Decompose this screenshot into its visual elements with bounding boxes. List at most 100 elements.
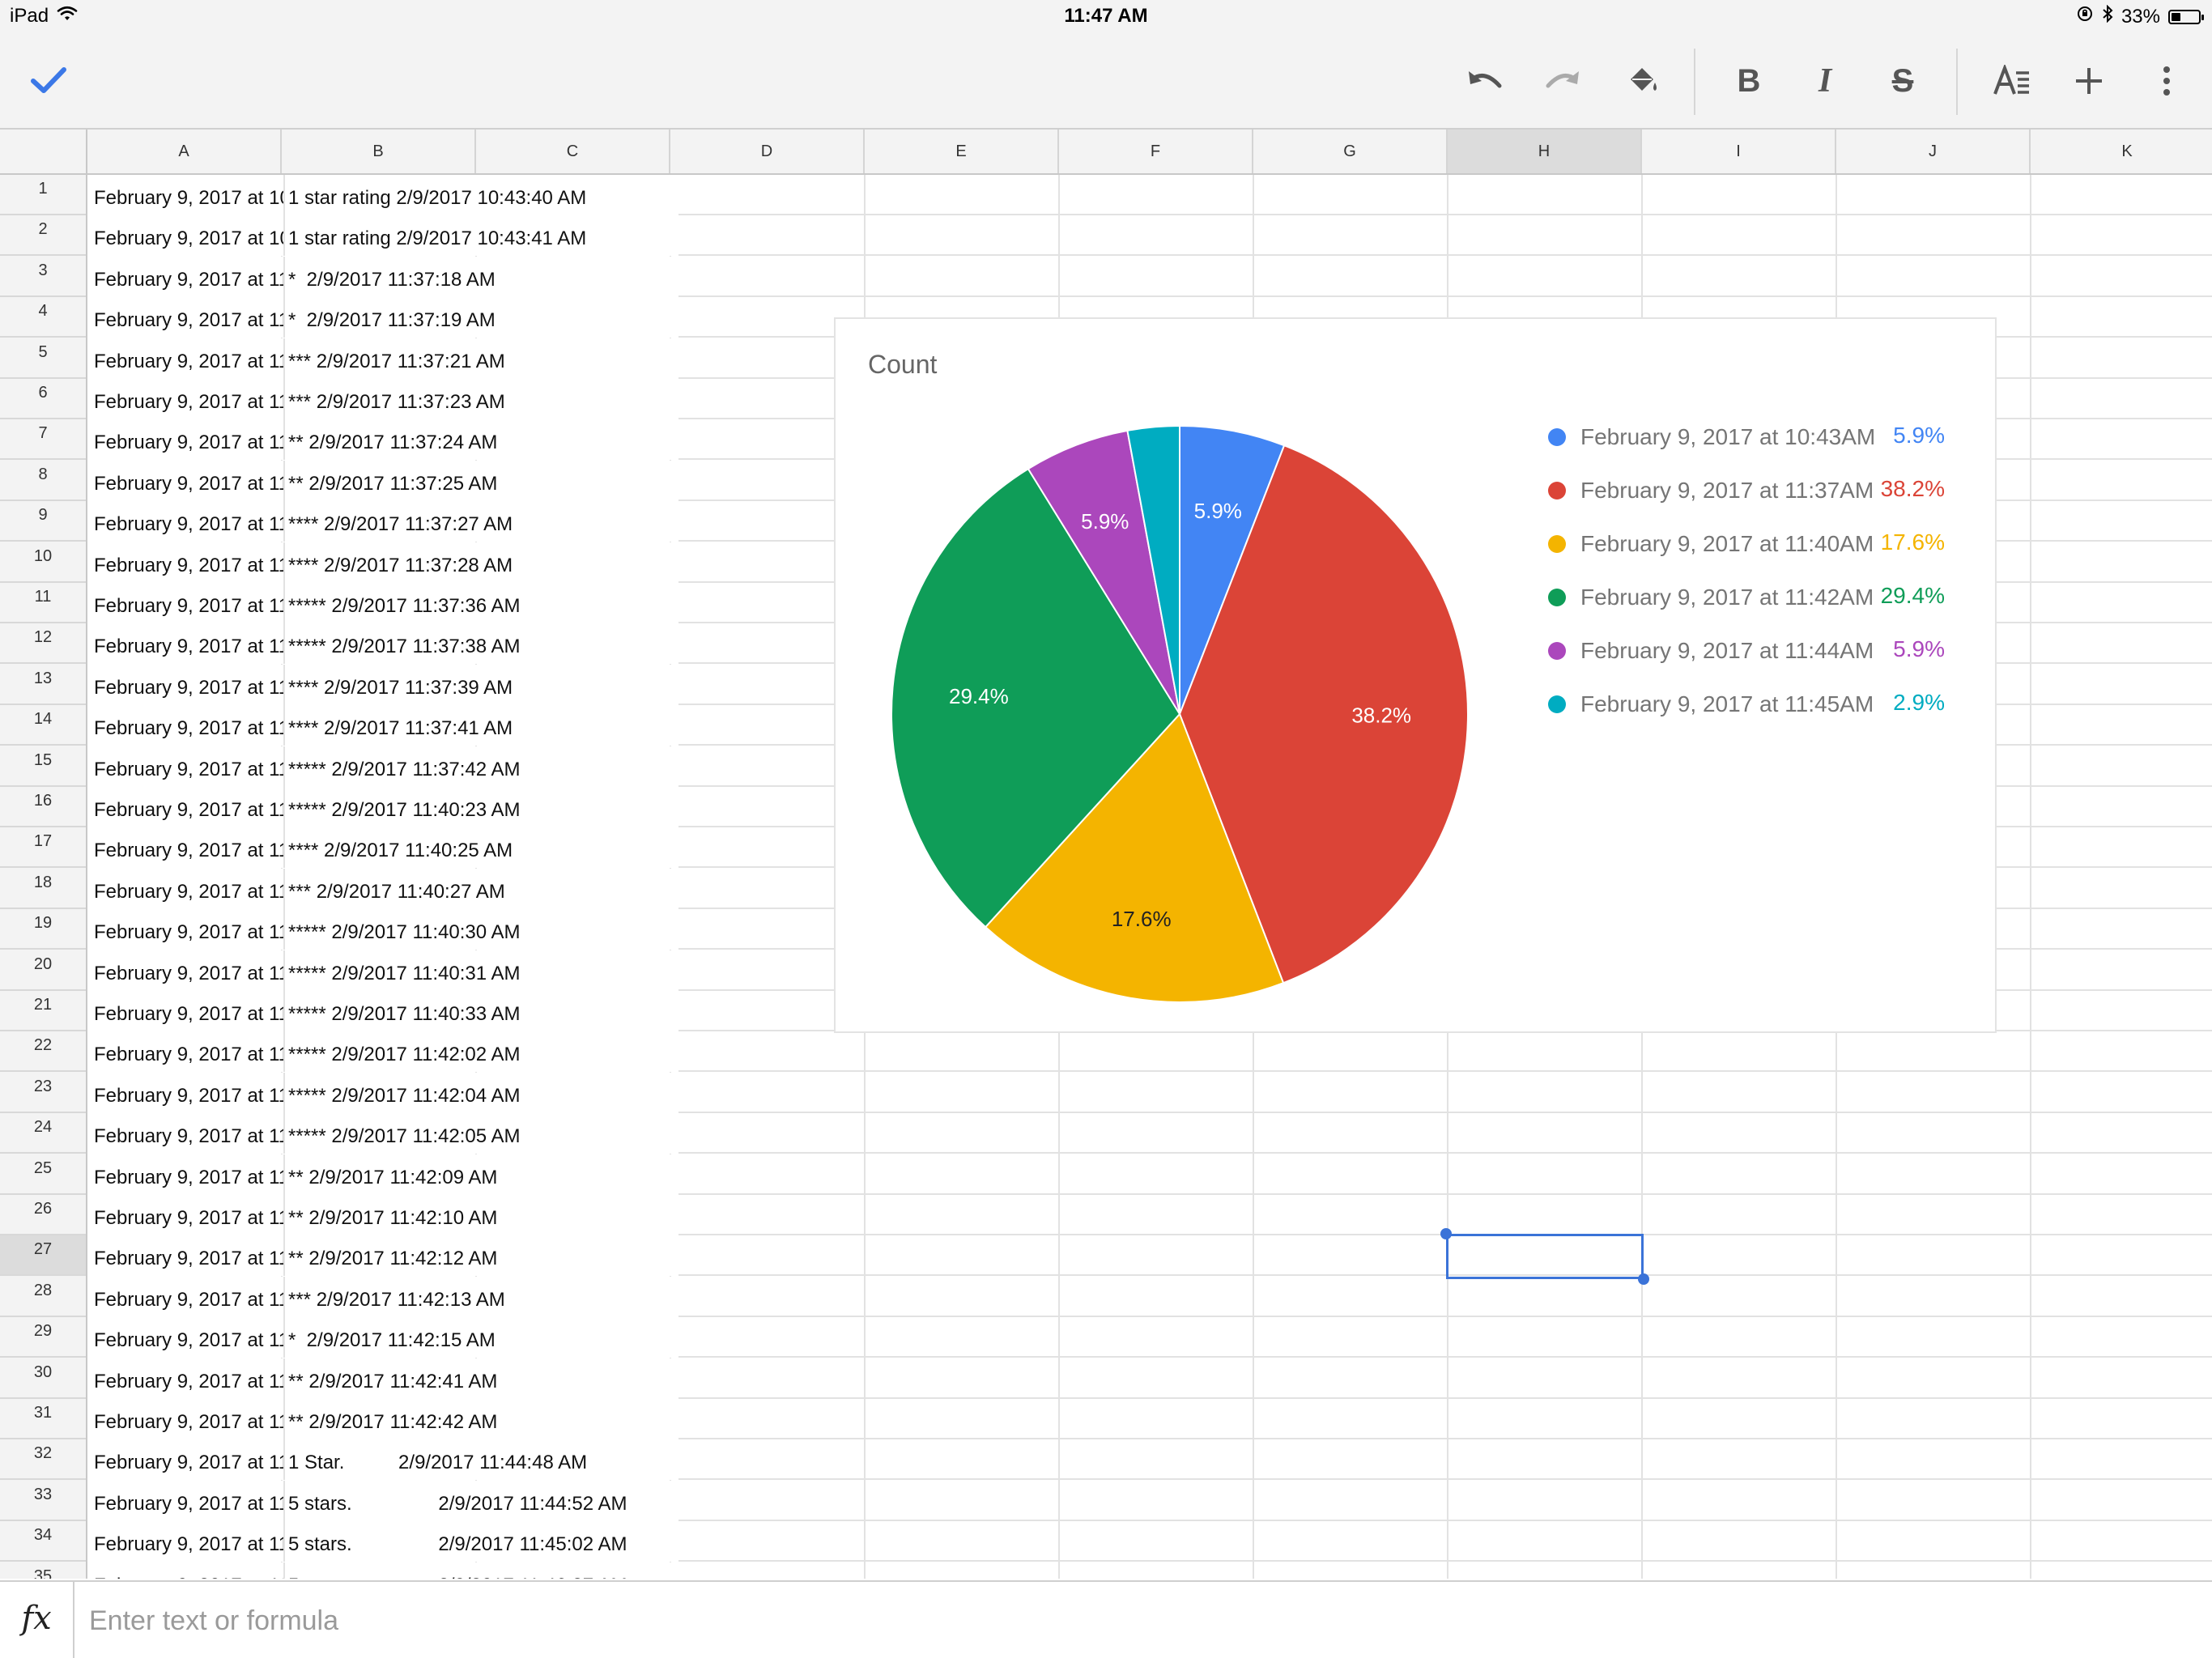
row-header-3[interactable]: 3 [0,257,86,297]
row-header-34[interactable]: 34 [0,1521,86,1562]
column-header-g[interactable]: G [1253,130,1448,173]
cell-b28[interactable]: *** 2/9/2017 11:42:13 AM [288,1277,677,1317]
cell-a24[interactable]: February 9, 2017 at 11 [94,1113,283,1154]
row-header-22[interactable]: 22 [0,1031,86,1072]
cell-b27[interactable]: ** 2/9/2017 11:42:12 AM [288,1235,677,1276]
cell-b25[interactable]: ** 2/9/2017 11:42:09 AM [288,1154,677,1195]
column-header-a[interactable]: A [87,130,282,173]
cell-a33[interactable]: February 9, 2017 at 11 [94,1481,283,1521]
cell-b3[interactable]: * 2/9/2017 11:37:18 AM [288,257,677,297]
legend-item[interactable]: February 9, 2017 at 11:40AM [1548,528,1874,560]
cell-a27[interactable]: February 9, 2017 at 11 [94,1235,283,1276]
cell-a16[interactable]: February 9, 2017 at 11 [94,787,283,827]
row-header-26[interactable]: 26 [0,1195,86,1235]
row-header-11[interactable]: 11 [0,583,86,623]
cell-a30[interactable]: February 9, 2017 at 11 [94,1358,283,1399]
cell-b2[interactable]: 1 star rating 2/9/2017 10:43:41 AM [288,215,677,256]
paint-bucket-icon[interactable] [1611,50,1673,112]
cell-a23[interactable]: February 9, 2017 at 11 [94,1073,283,1113]
row-header-20[interactable]: 20 [0,950,86,991]
legend-item[interactable]: February 9, 2017 at 11:37AM [1548,474,1874,507]
row-header-19[interactable]: 19 [0,909,86,950]
plus-icon[interactable] [2058,50,2120,112]
row-header-23[interactable]: 23 [0,1073,86,1113]
cell-a35[interactable]: February 9, 2017 at 11 [94,1562,283,1579]
row-header-24[interactable]: 24 [0,1113,86,1154]
cell-a18[interactable]: February 9, 2017 at 11 [94,869,283,909]
cell-b7[interactable]: ** 2/9/2017 11:37:24 AM [288,419,677,460]
cell-b14[interactable]: **** 2/9/2017 11:37:41 AM [288,705,677,746]
cell-a3[interactable]: February 9, 2017 at 11 [94,257,283,297]
cell-b15[interactable]: ***** 2/9/2017 11:37:42 AM [288,746,677,787]
row-header-16[interactable]: 16 [0,787,86,827]
cell-b6[interactable]: *** 2/9/2017 11:37:23 AM [288,379,677,419]
cell-b35[interactable]: 5 stars. 2/9/2017 11:46:27 AM [288,1562,677,1579]
row-header-35[interactable]: 35 [0,1562,86,1579]
cell-b34[interactable]: 5 stars. 2/9/2017 11:45:02 AM [288,1521,677,1562]
legend-item[interactable]: February 9, 2017 at 11:45AM [1548,688,1874,721]
row-header-17[interactable]: 17 [0,827,86,868]
row-header-8[interactable]: 8 [0,461,86,501]
cell-a11[interactable]: February 9, 2017 at 11 [94,583,283,623]
column-header-i[interactable]: I [1642,130,1836,173]
cell-a12[interactable]: February 9, 2017 at 11 [94,623,283,664]
row-header-33[interactable]: 33 [0,1481,86,1521]
cell-b8[interactable]: ** 2/9/2017 11:37:25 AM [288,461,677,501]
row-header-18[interactable]: 18 [0,869,86,909]
selection-handle-end[interactable] [1638,1273,1649,1285]
row-header-1[interactable]: 1 [0,175,86,215]
row-header-28[interactable]: 28 [0,1277,86,1317]
cell-b19[interactable]: ***** 2/9/2017 11:40:30 AM [288,909,677,950]
row-header-13[interactable]: 13 [0,665,86,705]
cell-a6[interactable]: February 9, 2017 at 11 [94,379,283,419]
selected-cell[interactable] [1446,1234,1644,1279]
legend-item[interactable]: February 9, 2017 at 11:42AM [1548,581,1874,614]
cell-a29[interactable]: February 9, 2017 at 11 [94,1317,283,1358]
cell-b9[interactable]: **** 2/9/2017 11:37:27 AM [288,501,677,542]
cell-b17[interactable]: **** 2/9/2017 11:40:25 AM [288,827,677,868]
cell-a34[interactable]: February 9, 2017 at 11 [94,1521,283,1562]
select-all-corner[interactable] [0,130,87,173]
cell-b21[interactable]: ***** 2/9/2017 11:40:33 AM [288,991,677,1031]
column-header-k[interactable]: K [2031,130,2212,173]
cell-a28[interactable]: February 9, 2017 at 11 [94,1277,283,1317]
column-header-e[interactable]: E [865,130,1059,173]
column-header-d[interactable]: D [670,130,865,173]
formula-input[interactable] [87,1596,2163,1645]
row-header-12[interactable]: 12 [0,623,86,664]
cell-a21[interactable]: February 9, 2017 at 11 [94,991,283,1031]
row-header-27[interactable]: 27 [0,1235,86,1276]
column-header-j[interactable]: J [1836,130,2031,173]
cell-b11[interactable]: ***** 2/9/2017 11:37:36 AM [288,583,677,623]
cell-a5[interactable]: February 9, 2017 at 11 [94,338,283,379]
undo-icon[interactable] [1454,50,1516,112]
pie-chart[interactable]: Count 5.9% 38.2% 17.6% 29.4% 5.9% February 9… [834,317,1997,1033]
selection-handle-start[interactable] [1440,1228,1452,1239]
cell-a22[interactable]: February 9, 2017 at 11 [94,1031,283,1072]
cell-b16[interactable]: ***** 2/9/2017 11:40:23 AM [288,787,677,827]
cell-a13[interactable]: February 9, 2017 at 11 [94,665,283,705]
row-header-2[interactable]: 2 [0,215,86,256]
cell-a25[interactable]: February 9, 2017 at 11 [94,1154,283,1195]
cell-b4[interactable]: * 2/9/2017 11:37:19 AM [288,297,677,338]
cell-a32[interactable]: February 9, 2017 at 11 [94,1439,283,1480]
cell-a17[interactable]: February 9, 2017 at 11 [94,827,283,868]
cell-b1[interactable]: 1 star rating 2/9/2017 10:43:40 AM [288,175,677,215]
cell-b23[interactable]: ***** 2/9/2017 11:42:04 AM [288,1073,677,1113]
cell-a15[interactable]: February 9, 2017 at 11 [94,746,283,787]
cell-b29[interactable]: * 2/9/2017 11:42:15 AM [288,1317,677,1358]
strikethrough-button[interactable]: S [1872,50,1933,112]
cell-a9[interactable]: February 9, 2017 at 11 [94,501,283,542]
more-vert-icon[interactable] [2136,50,2197,112]
cell-a14[interactable]: February 9, 2017 at 11 [94,705,283,746]
cell-b20[interactable]: ***** 2/9/2017 11:40:31 AM [288,950,677,991]
cell-a26[interactable]: February 9, 2017 at 11 [94,1195,283,1235]
cell-b32[interactable]: 1 Star. 2/9/2017 11:44:48 AM [288,1439,677,1480]
row-header-7[interactable]: 7 [0,419,86,460]
cell-b12[interactable]: ***** 2/9/2017 11:37:38 AM [288,623,677,664]
row-header-9[interactable]: 9 [0,501,86,542]
row-header-14[interactable]: 14 [0,705,86,746]
cell-a10[interactable]: February 9, 2017 at 11 [94,542,283,583]
row-header-32[interactable]: 32 [0,1439,86,1480]
cell-a1[interactable]: February 9, 2017 at 10 [94,175,283,215]
